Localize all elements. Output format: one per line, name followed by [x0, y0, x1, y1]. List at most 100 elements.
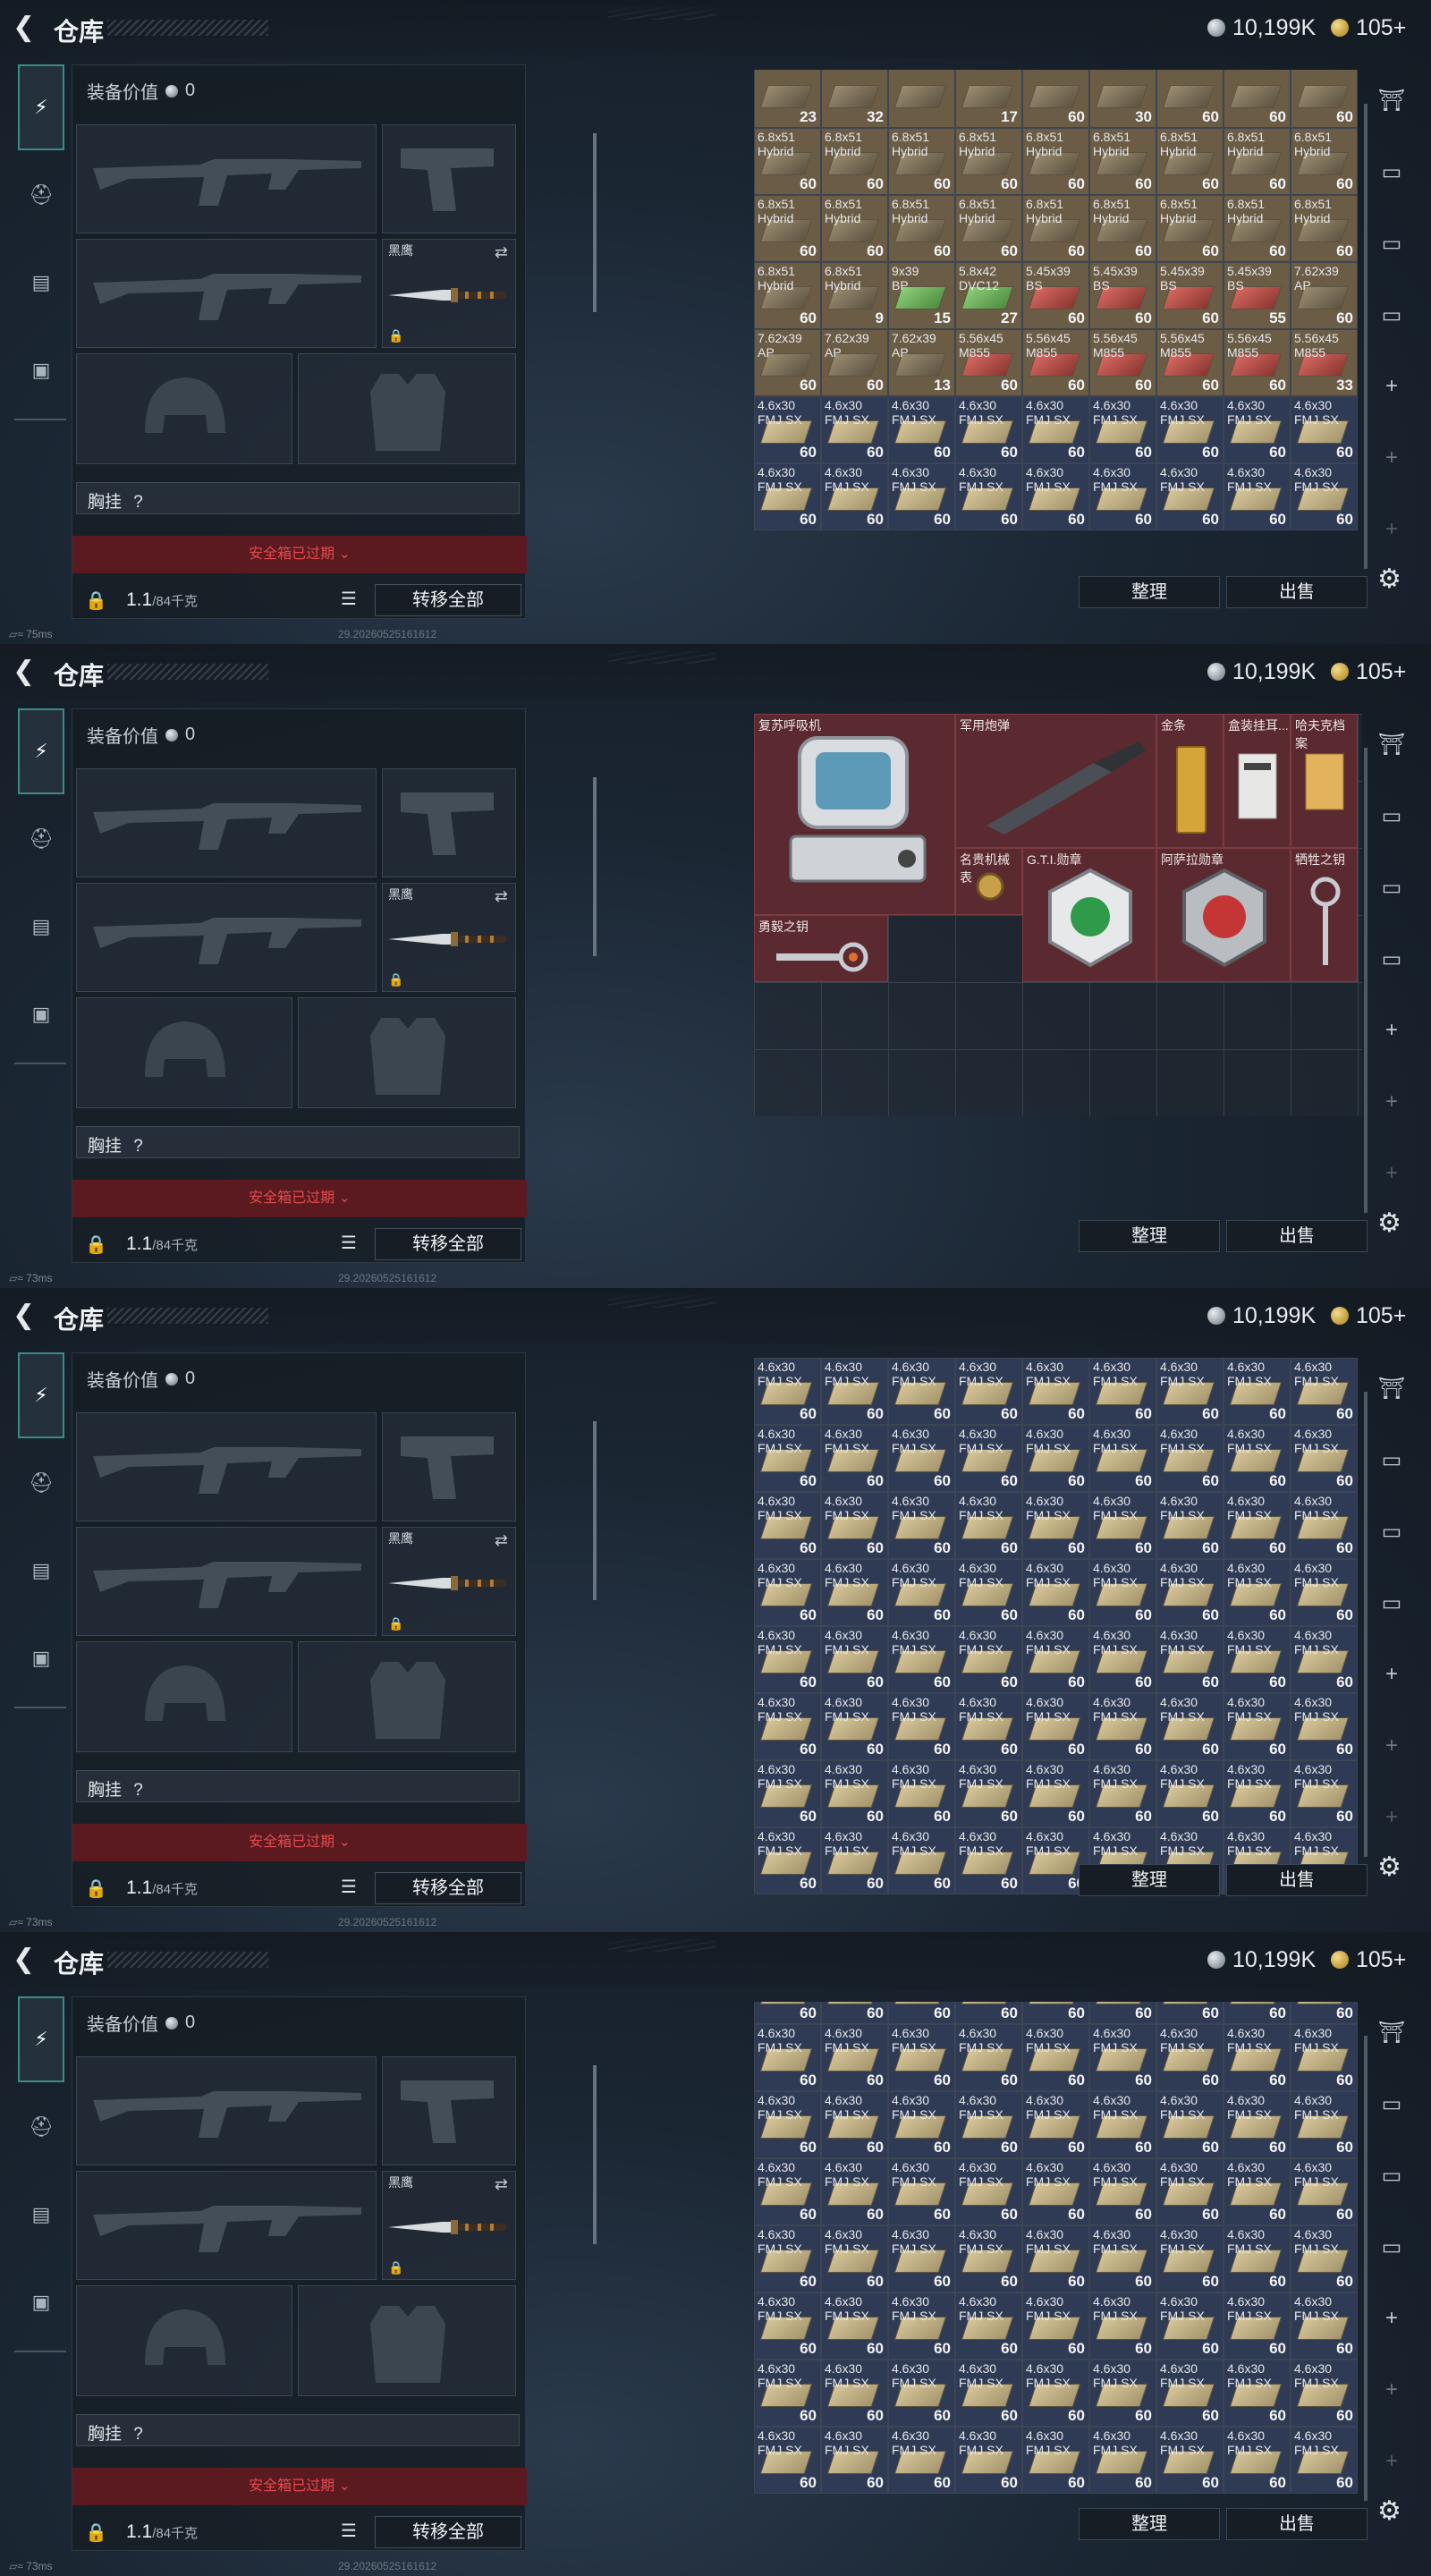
- inventory-item[interactable]: 4.6x30 FMJ SX60: [1022, 1425, 1089, 1492]
- add-storage-icon[interactable]: +: [1374, 1161, 1410, 1191]
- inventory-item[interactable]: 4.6x30 FMJ SX60: [821, 2091, 888, 2158]
- chest-rig-row[interactable]: 胸挂 ?: [76, 2414, 520, 2446]
- inventory-item[interactable]: 4.6x30 FMJ SX60: [1022, 463, 1089, 530]
- inventory-item[interactable]: 4.6x30 FMJ SX60: [888, 1492, 955, 1559]
- list-icon[interactable]: ☰: [341, 1876, 357, 1898]
- inventory-item[interactable]: 4.6x30 FMJ SX60: [955, 1492, 1022, 1559]
- vault-icon[interactable]: ⛩: [1374, 88, 1410, 118]
- inventory-item[interactable]: 32: [821, 70, 888, 128]
- special-item-gti-medal[interactable]: G.T.I.勋章: [1022, 848, 1156, 982]
- inventory-item[interactable]: 4.6x30 FMJ SX60: [1224, 2091, 1291, 2158]
- inventory-item[interactable]: 4.6x30 FMJ SX60: [1156, 2292, 1224, 2360]
- inventory-item[interactable]: 4.6x30 FMJ SX60: [1022, 1358, 1089, 1425]
- inventory-item[interactable]: 4.6x30 FMJ SX60: [1089, 1425, 1156, 1492]
- inventory-item[interactable]: 6.8x51 Hybrid 60: [1156, 128, 1224, 195]
- inventory-item[interactable]: 6.8x51 Hybrid 60: [1156, 195, 1224, 262]
- inventory-item[interactable]: 6.8x51 Hybrid 60: [955, 128, 1022, 195]
- armor-slot[interactable]: [298, 353, 516, 464]
- inventory-item[interactable]: 4.6x30 FMJ SX60: [1022, 1559, 1089, 1626]
- inventory-scrollbar[interactable]: [1364, 2036, 1367, 2501]
- inventory-item[interactable]: 4.6x30 FMJ SX60: [1089, 2360, 1156, 2427]
- special-item-defibrillator[interactable]: 复苏呼吸机: [754, 714, 955, 915]
- inventory-item[interactable]: 4.6x30 FMJ SX60: [955, 1827, 1022, 1894]
- add-storage-icon[interactable]: +: [1374, 1662, 1410, 1692]
- inventory-scrollbar[interactable]: [1364, 1392, 1367, 1857]
- secondary-weapon-slot[interactable]: [76, 2171, 377, 2280]
- special-item-luxury-watch[interactable]: 名贵机械表: [955, 848, 1022, 915]
- inventory-item[interactable]: 4.6x30 FMJ SX60: [1224, 2002, 1291, 2024]
- back-arrow-icon[interactable]: ❮: [13, 14, 43, 41]
- inventory-item[interactable]: [888, 70, 955, 128]
- helmet-slot[interactable]: [76, 353, 292, 464]
- inventory-item[interactable]: 4.6x30 FMJ SX60: [1291, 2091, 1358, 2158]
- add-storage-icon[interactable]: +: [1374, 1805, 1410, 1835]
- inventory-item[interactable]: 60: [1291, 70, 1358, 128]
- nav-clipboard[interactable]: ▤: [18, 903, 64, 950]
- inventory-item[interactable]: 4.6x30 FMJ SX60: [754, 1626, 821, 1693]
- inventory-item[interactable]: 4.6x30 FMJ SX60: [754, 1693, 821, 1760]
- sell-button[interactable]: 出售: [1226, 2508, 1367, 2540]
- inventory-item[interactable]: 4.6x30 FMJ SX60: [1224, 396, 1291, 463]
- storage-tab-3-icon[interactable]: ▭: [1374, 946, 1410, 977]
- inventory-item[interactable]: 4.6x30 FMJ SX60: [1156, 396, 1224, 463]
- inventory-item[interactable]: 4.6x30 FMJ SX60: [888, 1425, 955, 1492]
- inventory-item[interactable]: 4.6x30 FMJ SX60: [1089, 2024, 1156, 2091]
- inventory-item[interactable]: 4.6x30 FMJ SX60: [1022, 2158, 1089, 2225]
- inventory-item[interactable]: 4.6x30 FMJ SX60: [821, 1693, 888, 1760]
- inventory-item[interactable]: 17: [955, 70, 1022, 128]
- sell-button[interactable]: 出售: [1226, 1864, 1367, 1896]
- inventory-item[interactable]: 4.6x30 FMJ SX60: [888, 2158, 955, 2225]
- inventory-item[interactable]: 4.6x30 FMJ SX60: [821, 2225, 888, 2292]
- inventory-item[interactable]: 4.6x30 FMJ SX60: [754, 1827, 821, 1894]
- storage-tab-3-icon[interactable]: ▭: [1374, 2234, 1410, 2265]
- inventory-item[interactable]: 5.45x39 BS 60: [1022, 262, 1089, 329]
- inventory-item[interactable]: 4.6x30 FMJ SX60: [1291, 2225, 1358, 2292]
- inventory-item[interactable]: 4.6x30 FMJ SX60: [1022, 2091, 1089, 2158]
- gear-icon[interactable]: ⚙: [1377, 2496, 1401, 2527]
- safe-box-expired-bar[interactable]: 安全箱已过期 ⌄: [72, 2468, 527, 2505]
- swap-icon[interactable]: ⇄: [495, 1531, 508, 1550]
- pistol-slot[interactable]: [382, 2056, 516, 2165]
- nav-armor[interactable]: ⛑: [18, 2104, 64, 2150]
- inventory-item[interactable]: 4.6x30 FMJ SX60: [1291, 1559, 1358, 1626]
- storage-tab-3-icon[interactable]: ▭: [1374, 302, 1410, 333]
- inventory-item[interactable]: 4.6x30 FMJ SX60: [1156, 2024, 1224, 2091]
- chest-rig-row[interactable]: 胸挂 ?: [76, 482, 520, 514]
- inventory-item[interactable]: 23: [754, 70, 821, 128]
- inventory-item[interactable]: 4.6x30 FMJ SX60: [1291, 2002, 1358, 2024]
- inventory-item[interactable]: 4.6x30 FMJ SX60: [888, 2292, 955, 2360]
- inventory-item[interactable]: 4.6x30 FMJ SX60: [1156, 2427, 1224, 2494]
- sell-button[interactable]: 出售: [1226, 576, 1367, 608]
- special-item-courage-key[interactable]: 勇毅之钥: [754, 915, 888, 982]
- inventory-item[interactable]: 4.6x30 FMJ SX60: [1156, 1559, 1224, 1626]
- storage-tab-1-icon[interactable]: ▭: [1374, 803, 1410, 834]
- silver-currency[interactable]: 10,199K: [1207, 1946, 1316, 1973]
- inventory-item[interactable]: 4.6x30 FMJ SX60: [955, 1358, 1022, 1425]
- inventory-item[interactable]: 4.6x30 FMJ SX60: [1224, 1559, 1291, 1626]
- inventory-item[interactable]: 4.6x30 FMJ SX60: [821, 463, 888, 530]
- inventory-item[interactable]: 4.6x30 FMJ SX60: [1291, 2427, 1358, 2494]
- storage-tab-1-icon[interactable]: ▭: [1374, 2091, 1410, 2122]
- chest-rig-row[interactable]: 胸挂 ?: [76, 1770, 520, 1802]
- sell-button[interactable]: 出售: [1226, 1220, 1367, 1252]
- armor-slot[interactable]: [298, 1641, 516, 1752]
- inventory-item[interactable]: 4.6x30 FMJ SX60: [1022, 2427, 1089, 2494]
- inventory-item[interactable]: 4.6x30 FMJ SX60: [955, 1425, 1022, 1492]
- melee-slot[interactable]: 黑鹰 ⇄ 🔒: [382, 883, 516, 992]
- inventory-item[interactable]: 4.6x30 FMJ SX60: [888, 2024, 955, 2091]
- inventory-item[interactable]: 4.6x30 FMJ SX60: [955, 2091, 1022, 2158]
- nav-clipboard[interactable]: ▤: [18, 2191, 64, 2238]
- storage-tab-1-icon[interactable]: ▭: [1374, 1447, 1410, 1478]
- inventory-item[interactable]: 4.6x30 FMJ SX60: [1156, 1492, 1224, 1559]
- inventory-item[interactable]: 4.6x30 FMJ SX60: [1224, 2427, 1291, 2494]
- safe-box-expired-bar[interactable]: 安全箱已过期 ⌄: [72, 536, 527, 573]
- inventory-item[interactable]: 4.6x30 FMJ SX60: [1089, 2091, 1156, 2158]
- inventory-item[interactable]: 4.6x30 FMJ SX60: [1089, 2158, 1156, 2225]
- add-storage-icon[interactable]: +: [1374, 445, 1410, 476]
- inventory-item[interactable]: 4.6x30 FMJ SX60: [1156, 1358, 1224, 1425]
- inventory-item[interactable]: 4.6x30 FMJ SX60: [1291, 396, 1358, 463]
- inventory-item[interactable]: 4.6x30 FMJ SX60: [1291, 1693, 1358, 1760]
- inventory-item[interactable]: 4.6x30 FMJ SX60: [1291, 2158, 1358, 2225]
- sort-button[interactable]: 整理: [1079, 2508, 1220, 2540]
- add-storage-icon[interactable]: +: [1374, 374, 1410, 404]
